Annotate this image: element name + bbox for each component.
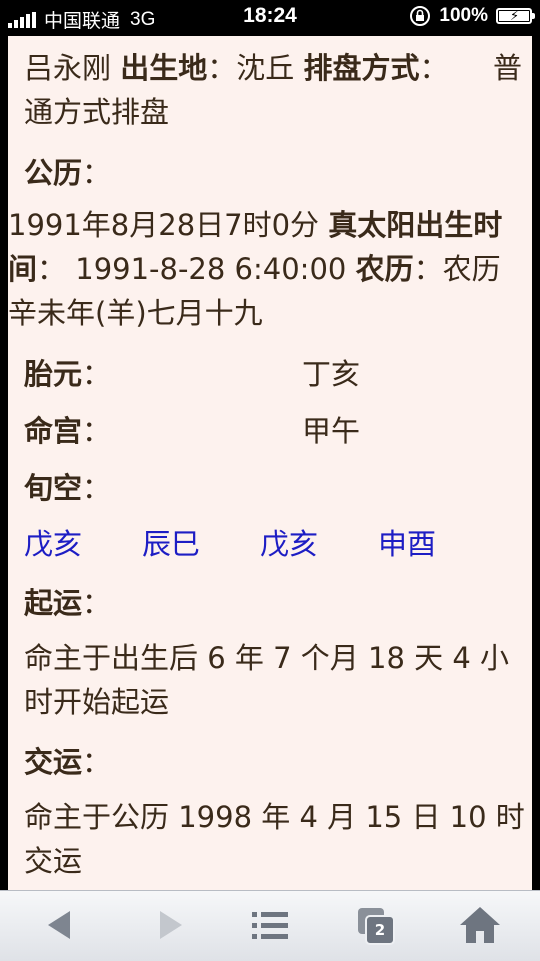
jiaoyun-heading: 交运： (24, 745, 112, 779)
minggong-value: 甲午 (302, 414, 361, 448)
tabs-button[interactable]: 2 (352, 903, 400, 947)
true-solar-line: 间： 1991-8-28 6:40:00 农历：农历 (8, 252, 501, 286)
xunkong-value[interactable]: 辰巳 (142, 522, 260, 566)
forward-arrow-icon[interactable] (146, 903, 194, 947)
nongli-label: 农历 (355, 252, 414, 286)
method-label: 排盘方式 (303, 51, 420, 85)
qiyun-label: 起运 (24, 586, 83, 620)
qiyun-heading: 起运： (24, 586, 112, 620)
birthplace-value: 沈丘 (236, 51, 295, 85)
charging-bolt-icon: ⚡ (510, 8, 520, 23)
browser-toolbar: 2 (0, 890, 540, 961)
method-value-a: 普 (492, 51, 522, 85)
xunkong-label: 旬空 (24, 471, 83, 505)
taiyuan-value: 丁亥 (302, 357, 361, 391)
tabs-count: 2 (374, 921, 386, 939)
xunkong-value[interactable]: 戊亥 (260, 522, 378, 566)
xunkong-heading: 旬空： (24, 471, 112, 505)
minggong-row: 命宫： 甲午 (8, 409, 532, 453)
status-bar: 中国联通 3G 18:24 100% ⚡ (0, 0, 540, 36)
jiaoyun-text-b: 交运 (24, 844, 83, 878)
battery-percent: 100% (439, 5, 488, 26)
method-value-b: 通方式排盘 (24, 95, 170, 129)
true-solar-label-b: 间 (8, 252, 38, 286)
true-solar-value: 1991-8-28 6:40:00 (75, 252, 347, 286)
qiyun-text-a: 命主于出生后 6 年 7 个月 18 天 4 小 (24, 641, 509, 675)
battery-icon: ⚡ (496, 8, 535, 24)
nongli-value-b: 辛未年(羊)七月十九 (8, 296, 263, 330)
jiaoyun-label: 交运 (24, 745, 83, 779)
taiyuan-label: 胎元 (24, 357, 83, 391)
gongli-value: 1991年8月28日7时0分 (8, 208, 320, 242)
xunkong-value[interactable]: 戊亥 (24, 522, 142, 566)
line-name-place-method: 吕永刚 出生地：沈丘 排盘方式： 普 (8, 46, 532, 90)
home-icon[interactable] (456, 903, 504, 947)
minggong-label: 命宫 (24, 414, 83, 448)
person-name: 吕永刚 (24, 51, 112, 85)
bookmarks-icon[interactable] (246, 903, 294, 947)
back-arrow-icon[interactable] (38, 903, 86, 947)
page-content: 吕永刚 出生地：沈丘 排盘方式： 普 通方式排盘 公历： 1991年8月28日7… (8, 36, 532, 890)
gongli-label: 公历 (24, 156, 83, 190)
nongli-value-a: 农历 (442, 252, 501, 286)
qiyun-text-b: 时开始起运 (24, 685, 170, 719)
gongli-line: 1991年8月28日7时0分 真太阳出生时 (8, 203, 532, 247)
status-right: 100% ⚡ (409, 5, 535, 27)
xunkong-values: 戊亥 辰巳 戊亥 申酉 (8, 522, 532, 566)
rotation-lock-icon (410, 6, 431, 26)
true-solar-label-a: 真太阳出生时 (328, 208, 503, 242)
taiyuan-row: 胎元： 丁亥 (8, 352, 532, 396)
birthplace-label: 出生地 (120, 51, 208, 85)
jiaoyun-text-a: 命主于公历 1998 年 4 月 15 日 10 时 (24, 800, 525, 834)
gongli-heading: 公历： (24, 156, 112, 190)
xunkong-value[interactable]: 申酉 (378, 522, 496, 566)
